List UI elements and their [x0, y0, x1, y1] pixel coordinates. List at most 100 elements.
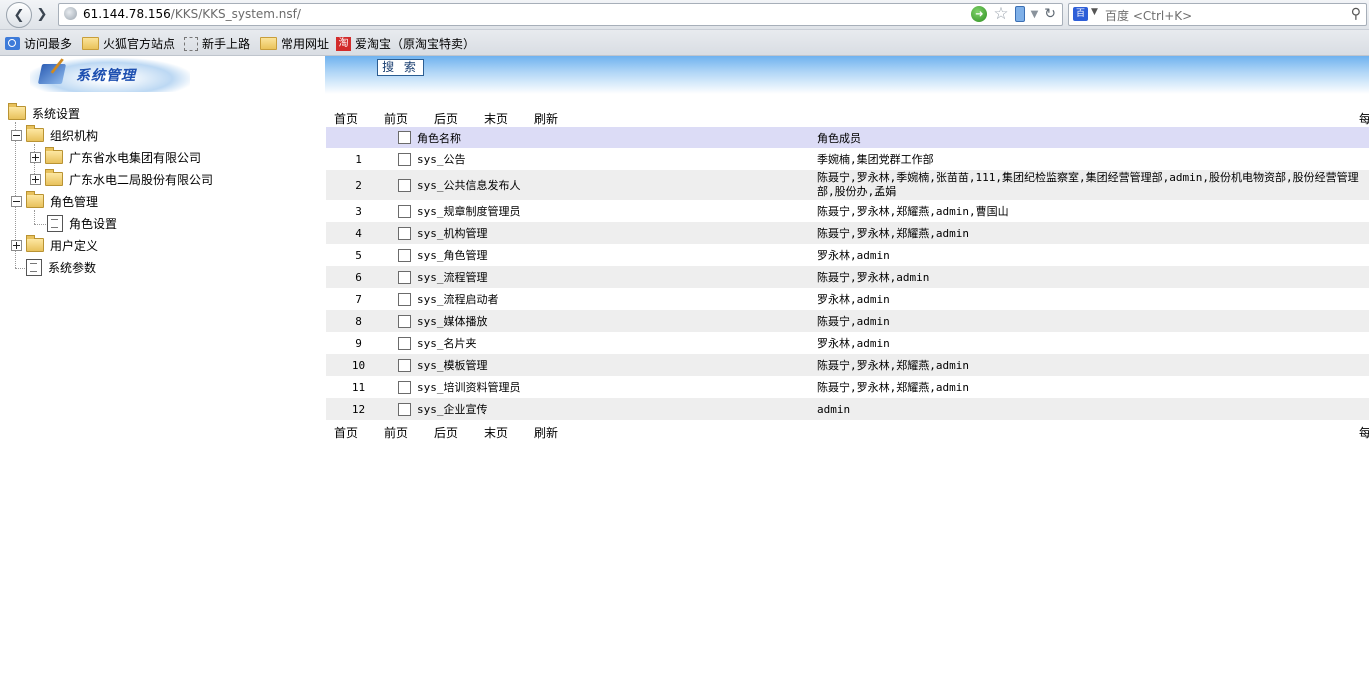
- table-row[interactable]: 3 sys_规章制度管理员 陈聂宁,罗永林,郑耀燕,admin,曹国山: [326, 200, 1369, 222]
- row-checkbox[interactable]: [397, 358, 411, 372]
- role-name-link[interactable]: sys_流程启动者: [417, 288, 817, 310]
- expand-icon[interactable]: [11, 239, 22, 251]
- tree-node-system-parameters[interactable]: 系统参数: [26, 258, 96, 276]
- tree-node-system-settings[interactable]: 系统设置: [8, 103, 80, 122]
- row-checkbox[interactable]: [397, 204, 411, 218]
- next-page-link[interactable]: 后页: [434, 424, 484, 440]
- tree-node-label: 角色管理: [50, 194, 99, 209]
- prev-page-link[interactable]: 前页: [384, 424, 434, 440]
- table-row[interactable]: 1 sys_公告 季婉楠,集团党群工作部: [326, 148, 1369, 170]
- role-name-link[interactable]: sys_公告: [417, 148, 817, 170]
- row-checkbox-cell: [391, 310, 417, 332]
- system-management-logo: 系统管理: [30, 58, 190, 92]
- url-host: 61.144.78.156: [83, 7, 171, 21]
- row-number: 12: [351, 402, 366, 416]
- role-name-link[interactable]: sys_企业宣传: [417, 398, 817, 420]
- bookmark-getting-started[interactable]: 新手上路: [184, 35, 250, 52]
- row-number: 6: [355, 270, 362, 284]
- tree-node-user-definition[interactable]: 用户定义: [11, 235, 99, 254]
- table-row[interactable]: 12 sys_企业宣传 admin: [326, 398, 1369, 420]
- table-row[interactable]: 2 sys_公共信息发布人 陈聂宁,罗永林,季婉楠,张苗苗,111,集团纪检监察…: [326, 170, 1369, 200]
- role-name-link[interactable]: sys_模板管理: [417, 354, 817, 376]
- last-page-link[interactable]: 末页: [484, 110, 534, 126]
- table-row[interactable]: 4 sys_机构管理 陈聂宁,罗永林,郑耀燕,admin: [326, 222, 1369, 244]
- tree-node-role-settings[interactable]: 角色设置: [47, 214, 117, 232]
- search-icon[interactable]: ⚲: [1351, 6, 1361, 22]
- folder-icon: [26, 235, 44, 252]
- first-page-link[interactable]: 首页: [334, 424, 384, 440]
- row-checkbox[interactable]: [397, 152, 411, 166]
- row-checkbox[interactable]: [397, 226, 411, 240]
- role-members: 罗永林,admin: [817, 337, 890, 350]
- search-button[interactable]: 搜 索: [377, 59, 424, 76]
- role-name-link[interactable]: sys_公共信息发布人: [417, 170, 817, 200]
- row-checkbox[interactable]: [397, 178, 411, 192]
- tree-node-role-management[interactable]: 角色管理: [11, 191, 99, 210]
- expand-icon[interactable]: [30, 151, 41, 163]
- tree-node-label: 用户定义: [50, 238, 99, 253]
- next-page-link[interactable]: 后页: [434, 110, 484, 126]
- bookmark-firefox-site[interactable]: 火狐官方站点: [82, 35, 175, 52]
- role-name-link[interactable]: sys_流程管理: [417, 266, 817, 288]
- last-page-link[interactable]: 末页: [484, 424, 534, 440]
- prev-page-link[interactable]: 前页: [384, 110, 434, 126]
- role-members: 陈聂宁,罗永林,郑耀燕,admin: [817, 381, 969, 394]
- reload-icon[interactable]: ↻: [1044, 6, 1056, 22]
- bookmark-taobao[interactable]: 淘 爱淘宝（原淘宝特卖）: [336, 35, 475, 52]
- mobile-device-icon[interactable]: [1014, 6, 1025, 22]
- taobao-icon: 淘: [336, 36, 351, 51]
- go-arrow-icon[interactable]: ➜: [971, 6, 988, 22]
- role-name-link[interactable]: sys_培训资料管理员: [417, 376, 817, 398]
- row-number: 9: [355, 336, 362, 350]
- search-box[interactable]: 百 ▼ 百度 <Ctrl+K> ⚲: [1068, 3, 1367, 26]
- row-checkbox[interactable]: [397, 380, 411, 394]
- row-checkbox[interactable]: [397, 402, 411, 416]
- role-name-link[interactable]: sys_媒体播放: [417, 310, 817, 332]
- role-name-link[interactable]: sys_名片夹: [417, 332, 817, 354]
- per-page-label: 每: [1359, 112, 1369, 126]
- row-checkbox[interactable]: [397, 292, 411, 306]
- bookmarks-toolbar: 访问最多 火狐官方站点 新手上路 常用网址 淘 爱淘宝（原淘宝特卖）: [0, 30, 1369, 56]
- back-button[interactable]: ❮: [6, 2, 32, 28]
- browser-navigation-bar: ❮ ❯ 61.144.78.156/KKS/KKS_system.nsf/ ➜ …: [0, 0, 1369, 30]
- logo-text: 系统管理: [76, 68, 136, 84]
- role-name-link[interactable]: sys_角色管理: [417, 244, 817, 266]
- tree-node-organization[interactable]: 组织机构: [11, 125, 98, 144]
- row-number: 4: [355, 226, 362, 240]
- table-row[interactable]: 9 sys_名片夹 罗永林,admin: [326, 332, 1369, 354]
- first-page-link[interactable]: 首页: [334, 110, 384, 126]
- row-checkbox-cell: [391, 332, 417, 354]
- forward-button[interactable]: ❯: [33, 5, 51, 23]
- role-name-link[interactable]: sys_规章制度管理员: [417, 200, 817, 222]
- table-row[interactable]: 10 sys_模板管理 陈聂宁,罗永林,郑耀燕,admin: [326, 354, 1369, 376]
- bookmark-common-sites[interactable]: 常用网址: [260, 35, 329, 52]
- refresh-link[interactable]: 刷新: [534, 110, 584, 126]
- refresh-link[interactable]: 刷新: [534, 424, 584, 440]
- row-checkbox[interactable]: [397, 314, 411, 328]
- baidu-paw-icon[interactable]: 百: [1073, 7, 1088, 21]
- row-checkbox[interactable]: [397, 248, 411, 262]
- expand-icon[interactable]: [30, 173, 41, 185]
- role-name-link[interactable]: sys_机构管理: [417, 222, 817, 244]
- table-row[interactable]: 6 sys_流程管理 陈聂宁,罗永林,admin: [326, 266, 1369, 288]
- url-path: /KKS/KKS_system.nsf/: [170, 7, 301, 21]
- table-row[interactable]: 5 sys_角色管理 罗永林,admin: [326, 244, 1369, 266]
- bookmark-label: 爱淘宝（原淘宝特卖）: [355, 37, 476, 51]
- url-text: 61.144.78.156/KKS/KKS_system.nsf/: [83, 7, 301, 21]
- table-row[interactable]: 11 sys_培训资料管理员 陈聂宁,罗永林,郑耀燕,admin: [326, 376, 1369, 398]
- bookmark-most-visited[interactable]: 访问最多: [5, 35, 72, 52]
- search-engine-dropdown-icon[interactable]: ▼: [1091, 7, 1098, 17]
- collapse-icon[interactable]: [11, 129, 22, 141]
- table-row[interactable]: 7 sys_流程启动者 罗永林,admin: [326, 288, 1369, 310]
- bookmark-star-icon[interactable]: ☆: [993, 5, 1008, 23]
- row-checkbox[interactable]: [397, 270, 411, 284]
- chevron-down-icon[interactable]: ▼: [1031, 9, 1039, 20]
- tree-node-org-guangdong-hydro-group[interactable]: 广东省水电集团有限公司: [30, 147, 201, 166]
- tree-connector: [34, 224, 46, 225]
- table-row[interactable]: 8 sys_媒体播放 陈聂宁,admin: [326, 310, 1369, 332]
- tree-node-org-hydro-bureau-2[interactable]: 广东水电二局股份有限公司: [30, 169, 213, 188]
- collapse-icon[interactable]: [11, 195, 22, 207]
- address-bar[interactable]: 61.144.78.156/KKS/KKS_system.nsf/ ➜ ☆ ▼ …: [58, 3, 1063, 26]
- row-checkbox[interactable]: [397, 336, 411, 350]
- select-all-checkbox[interactable]: [397, 131, 411, 145]
